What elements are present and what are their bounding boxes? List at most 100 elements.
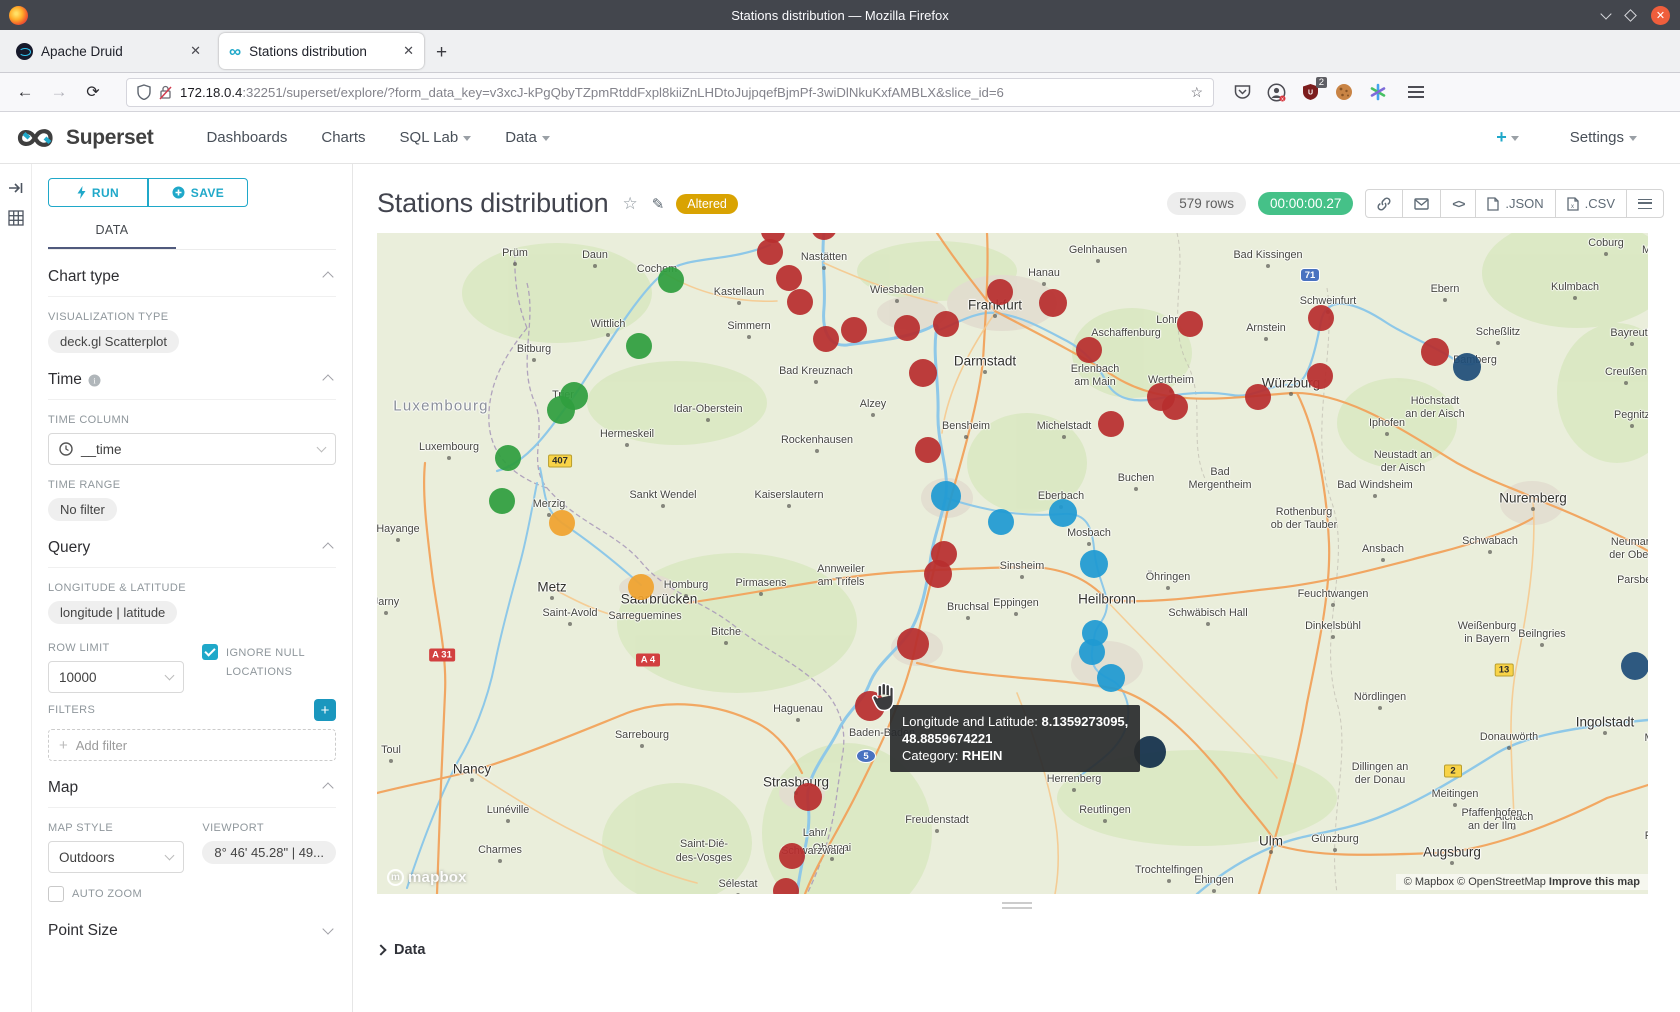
scatter-point[interactable]: [915, 437, 941, 463]
scatter-point[interactable]: [794, 783, 822, 811]
email-button[interactable]: [1403, 190, 1441, 217]
section-header[interactable]: Chart type: [48, 268, 336, 297]
scatter-point[interactable]: [988, 509, 1014, 535]
viewport-value[interactable]: 8° 46' 45.28" | 49...: [202, 841, 336, 864]
scatter-point[interactable]: [1076, 337, 1102, 363]
save-button[interactable]: SAVE: [148, 178, 248, 207]
collapse-panel-icon[interactable]: [8, 180, 24, 196]
nav-sql-lab[interactable]: SQL Lab: [400, 129, 472, 146]
scatter-point[interactable]: [1097, 664, 1125, 692]
scatter-point[interactable]: [1039, 289, 1067, 317]
window-close-icon[interactable]: ✕: [1651, 6, 1670, 25]
viz-type-value[interactable]: deck.gl Scatterplot: [48, 330, 179, 353]
scatter-point[interactable]: [489, 488, 515, 514]
scatter-point[interactable]: [1245, 384, 1271, 410]
datasource-grid-icon[interactable]: [8, 210, 24, 226]
altered-badge[interactable]: Altered: [676, 194, 738, 214]
scatter-point[interactable]: [841, 317, 867, 343]
scatter-point[interactable]: [1098, 411, 1124, 437]
pocket-icon[interactable]: [1232, 82, 1252, 102]
window-maximize-icon[interactable]: [1624, 9, 1637, 22]
bookmark-star-icon[interactable]: ☆: [1190, 84, 1203, 101]
nav-dashboards[interactable]: Dashboards: [206, 129, 287, 146]
scatter-point[interactable]: [757, 239, 783, 265]
embed-code-button[interactable]: <>: [1441, 190, 1476, 217]
favorite-star-icon[interactable]: ☆: [622, 194, 637, 214]
lonlat-value[interactable]: longitude | latitude: [48, 601, 177, 624]
scatter-point[interactable]: [547, 396, 575, 424]
scatter-point[interactable]: [779, 843, 805, 869]
map-style-select[interactable]: Outdoors: [48, 841, 184, 873]
new-tab-button[interactable]: +: [436, 42, 447, 64]
superset-logo[interactable]: Superset: [16, 125, 153, 151]
scatter-point[interactable]: [813, 326, 839, 352]
url-text[interactable]: 172.18.0.4:32251/superset/explore/?form_…: [180, 85, 1182, 100]
scatter-point[interactable]: [1162, 394, 1188, 420]
section-header[interactable]: Time i: [48, 371, 336, 400]
data-panel-toggle[interactable]: Data: [377, 942, 425, 958]
url-bar[interactable]: 172.18.0.4:32251/superset/explore/?form_…: [126, 78, 1214, 107]
scatter-point[interactable]: [628, 574, 654, 600]
ignore-null-checkbox[interactable]: [202, 644, 218, 660]
more-options-button[interactable]: [1627, 190, 1663, 217]
section-header[interactable]: Point Size: [48, 922, 336, 950]
copy-link-button[interactable]: [1366, 190, 1403, 217]
export-json-button[interactable]: .JSON: [1476, 190, 1555, 217]
scatter-point[interactable]: [1079, 639, 1105, 665]
menu-icon[interactable]: [1408, 86, 1424, 98]
new-button[interactable]: +: [1496, 127, 1519, 148]
scatter-point[interactable]: [894, 315, 920, 341]
scatter-point[interactable]: [787, 289, 813, 315]
reload-button[interactable]: ⟳: [78, 82, 108, 102]
shield-icon[interactable]: [137, 84, 151, 100]
time-range-value[interactable]: No filter: [48, 498, 117, 521]
scatter-point[interactable]: [987, 279, 1013, 305]
scatter-point[interactable]: [909, 359, 937, 387]
scatter-point[interactable]: [1421, 338, 1449, 366]
nav-data[interactable]: Data: [505, 129, 550, 146]
scatter-point[interactable]: [1621, 652, 1648, 680]
tab-stations-distribution[interactable]: ∞ Stations distribution ✕: [219, 33, 424, 69]
scatter-point[interactable]: [924, 560, 952, 588]
tab-close-icon[interactable]: ✕: [403, 43, 414, 59]
run-button[interactable]: RUN: [48, 178, 148, 207]
scatter-point[interactable]: [626, 333, 652, 359]
tab-apache-druid[interactable]: Apache Druid ✕: [6, 33, 211, 69]
back-button[interactable]: ←: [10, 82, 40, 102]
row-limit-select[interactable]: 10000: [48, 661, 184, 693]
forward-button[interactable]: →: [44, 82, 74, 102]
lock-disabled-icon[interactable]: [159, 85, 172, 100]
scatter-point[interactable]: [1453, 353, 1481, 381]
section-header[interactable]: Query: [48, 539, 336, 568]
nav-charts[interactable]: Charts: [321, 129, 365, 146]
tab-close-icon[interactable]: ✕: [190, 43, 201, 59]
scatter-point[interactable]: [776, 265, 802, 291]
scatter-point[interactable]: [1049, 499, 1077, 527]
scatter-point[interactable]: [1080, 550, 1108, 578]
scatter-point[interactable]: [1307, 363, 1333, 389]
section-header[interactable]: Map: [48, 779, 336, 808]
extension-asterisk-icon[interactable]: [1368, 82, 1388, 102]
scatter-point[interactable]: [1177, 311, 1203, 337]
add-filter-box[interactable]: +Add filter: [48, 729, 336, 761]
time-column-select[interactable]: __time: [48, 433, 336, 465]
scatter-point[interactable]: [933, 311, 959, 337]
scatter-point[interactable]: [897, 628, 929, 660]
cookie-icon[interactable]: [1334, 82, 1354, 102]
scatter-point[interactable]: [495, 445, 521, 471]
scatter-point[interactable]: [931, 481, 961, 511]
account-icon[interactable]: x: [1266, 82, 1286, 102]
edit-icon[interactable]: ✎: [652, 195, 665, 213]
auto-zoom-checkbox[interactable]: [48, 886, 64, 902]
add-filter-plus-button[interactable]: +: [314, 699, 336, 721]
map-canvas[interactable]: Longitude and Latitude: 8.1359273095, 48…: [377, 233, 1648, 894]
settings-menu[interactable]: Settings: [1570, 129, 1637, 146]
scatter-point[interactable]: [1308, 305, 1334, 331]
scatter-point[interactable]: [549, 510, 575, 536]
window-minimize-icon[interactable]: [1600, 8, 1611, 19]
ublock-icon[interactable]: U2: [1300, 82, 1320, 102]
tab-data[interactable]: DATA: [48, 223, 176, 249]
map-attribution[interactable]: © Mapbox © OpenStreetMap Improve this ma…: [1396, 874, 1648, 890]
export-csv-button[interactable]: x.CSV: [1556, 190, 1627, 217]
scatter-point[interactable]: [658, 267, 684, 293]
